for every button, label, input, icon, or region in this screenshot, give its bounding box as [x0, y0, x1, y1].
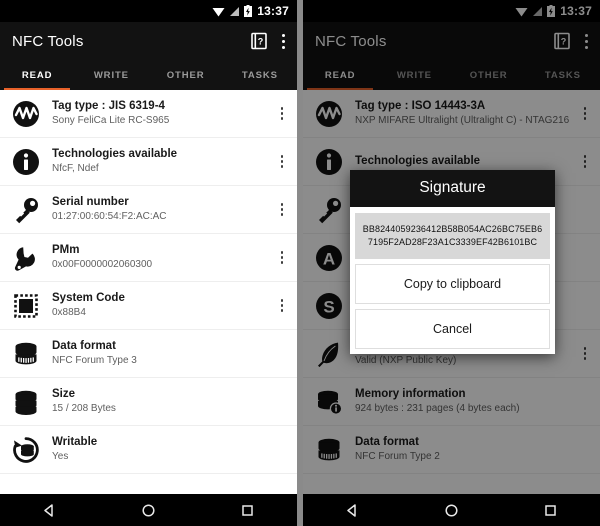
list-item-title: Size: [52, 388, 76, 400]
overflow-menu-icon[interactable]: [281, 32, 285, 50]
tab-tasks[interactable]: TASKS: [223, 60, 297, 90]
list-item-subtitle: NFC Forum Type 3: [52, 355, 137, 366]
list-item[interactable]: Serial number 01:27:00:60:54:F2:AC:AC: [0, 186, 297, 234]
left-phone-screen: 13:37 NFC Tools ? READ WRITE OTHER TASKS: [0, 0, 297, 526]
row-overflow-icon[interactable]: [273, 297, 291, 315]
list-item[interactable]: System Code 0x88B4: [0, 282, 297, 330]
recents-square-icon[interactable]: [240, 503, 255, 518]
list-item-subtitle: Sony FeliCa Lite RC-S965: [52, 115, 170, 126]
list-item-text: Size 15 / 208 Bytes: [43, 387, 291, 416]
status-time: 13:37: [257, 4, 289, 18]
navigation-bar: [303, 494, 600, 526]
list-item[interactable]: Tag type : JIS 6319-4 Sony FeliCa Lite RC…: [0, 90, 297, 138]
database-icon: [9, 385, 43, 419]
list-item-title: Technologies available: [52, 148, 178, 160]
copy-to-clipboard-button[interactable]: Copy to clipboard: [355, 264, 550, 304]
list-item-subtitle: 0x88B4: [52, 307, 86, 318]
key-icon: [9, 193, 43, 227]
tab-indicator: [4, 88, 70, 90]
wifi-icon: [212, 6, 225, 17]
tab-write[interactable]: WRITE: [74, 60, 148, 90]
tab-bar: READ WRITE OTHER TASKS: [0, 60, 297, 90]
dual-screenshot: 13:37 NFC Tools ? READ WRITE OTHER TASKS: [0, 0, 600, 526]
tab-other[interactable]: OTHER: [149, 60, 223, 90]
list-item[interactable]: Size 15 / 208 Bytes: [0, 378, 297, 426]
list-item-text: PMm 0x00F0000002060300: [43, 243, 273, 272]
list-item-text: Technologies available NfcF, Ndef: [43, 147, 273, 176]
recents-square-icon[interactable]: [543, 503, 558, 518]
list-item-subtitle: NfcF, Ndef: [52, 163, 99, 174]
list-item[interactable]: Technologies available NfcF, Ndef: [0, 138, 297, 186]
app-toolbar: NFC Tools ?: [0, 22, 297, 60]
list-item-title: Tag type : JIS 6319-4: [52, 100, 165, 112]
list-item-subtitle: Yes: [52, 451, 69, 462]
status-bar: 13:37: [0, 0, 297, 22]
svg-text:?: ?: [258, 37, 264, 47]
list-item[interactable]: Data format NFC Forum Type 3: [0, 330, 297, 378]
chip-icon: [9, 289, 43, 323]
info-icon: [9, 145, 43, 179]
home-circle-icon[interactable]: [141, 503, 156, 518]
right-phone-screen: 13:37 NFC Tools ? READ WRITE OTHER TASKS: [303, 0, 600, 526]
list-item-text: Data format NFC Forum Type 3: [43, 339, 291, 368]
tab-read[interactable]: READ: [0, 60, 74, 90]
signature-hex-value: BB8244059236412B58B054AC26BC75EB67195F2A…: [355, 213, 550, 259]
row-overflow-icon[interactable]: [273, 105, 291, 123]
list-item-text: System Code 0x88B4: [43, 291, 273, 320]
dialog-title: Signature: [350, 170, 555, 207]
signal-icon: [229, 6, 240, 17]
list-item-title: Writable: [52, 436, 98, 448]
battery-charging-icon: [244, 5, 253, 17]
help-card-icon[interactable]: ?: [250, 32, 268, 50]
row-overflow-icon[interactable]: [273, 249, 291, 267]
navigation-bar: [0, 494, 297, 526]
list-item-text: Tag type : JIS 6319-4 Sony FeliCa Lite RC…: [43, 99, 273, 128]
cancel-button[interactable]: Cancel: [355, 309, 550, 349]
list-item[interactable]: PMm 0x00F0000002060300: [0, 234, 297, 282]
row-overflow-icon[interactable]: [273, 201, 291, 219]
back-triangle-icon[interactable]: [42, 503, 57, 518]
list-item-subtitle: 01:27:00:60:54:F2:AC:AC: [52, 211, 167, 222]
app-title: NFC Tools: [12, 32, 84, 50]
database-format-icon: [9, 337, 43, 371]
back-triangle-icon[interactable]: [345, 503, 360, 518]
read-result-list[interactable]: Tag type : JIS 6319-4 Sony FeliCa Lite RC…: [0, 90, 297, 526]
list-item-text: Serial number 01:27:00:60:54:F2:AC:AC: [43, 195, 273, 224]
list-item-title: Data format: [52, 340, 116, 352]
list-item-title: System Code: [52, 292, 125, 304]
wrench-icon: [9, 241, 43, 275]
list-item-title: PMm: [52, 244, 80, 256]
nfc-wave-icon: [9, 97, 43, 131]
list-item-subtitle: 0x00F0000002060300: [52, 259, 153, 270]
list-item-text: Writable Yes: [43, 435, 291, 464]
list-item-subtitle: 15 / 208 Bytes: [52, 403, 116, 414]
list-item[interactable]: Writable Yes: [0, 426, 297, 474]
list-item-title: Serial number: [52, 196, 129, 208]
database-rewrite-icon: [9, 433, 43, 467]
home-circle-icon[interactable]: [444, 503, 459, 518]
signature-dialog: Signature BB8244059236412B58B054AC26BC75…: [350, 170, 555, 354]
row-overflow-icon[interactable]: [273, 153, 291, 171]
